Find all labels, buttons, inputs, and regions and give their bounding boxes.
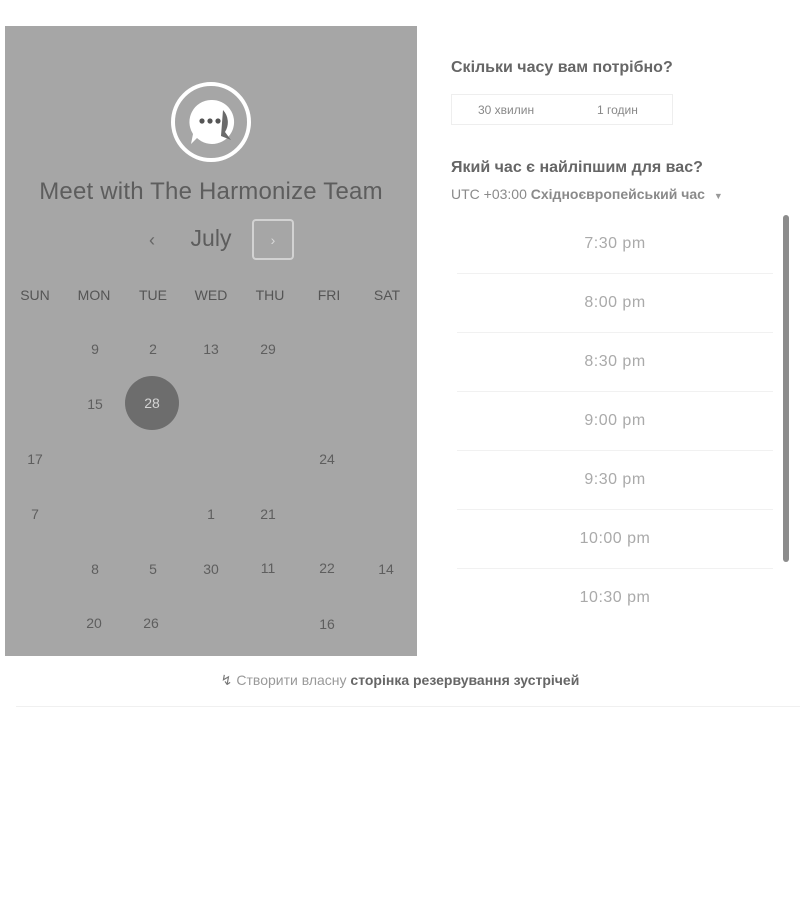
footer-divider <box>16 706 800 707</box>
timezone-name: Східноєвропейський час <box>530 186 705 202</box>
calendar-day[interactable]: 9 <box>75 337 115 361</box>
calendar-day-selected[interactable]: 28 <box>125 376 179 430</box>
meeting-title: Meet with The Harmonize Team <box>39 178 383 205</box>
footer-text: Створити власну <box>236 672 347 688</box>
calendar-day[interactable]: 15 <box>75 392 115 416</box>
weekday-mon: MON <box>77 287 111 303</box>
calendar-day[interactable]: 17 <box>15 447 55 471</box>
duration-question: Скільки часу вам потрібно? <box>451 59 673 76</box>
calendar-day[interactable]: 21 <box>248 502 288 526</box>
time-question: Який час є найліпшим для вас? <box>451 159 703 176</box>
time-slot[interactable]: 8:30 pm <box>457 333 773 392</box>
caret-down-icon: ▼ <box>713 191 723 201</box>
calendar-panel: Meet with The Harmonize Team ‹ July › SU… <box>5 26 417 656</box>
duration-option-30min[interactable]: 30 хвилин <box>478 103 534 117</box>
calendar-day[interactable]: 16 <box>307 612 347 636</box>
chat-bubble-avatar-icon <box>171 82 251 162</box>
calendar-day[interactable]: 13 <box>191 337 231 361</box>
calendar-day[interactable]: 30 <box>191 557 231 581</box>
calendar-day[interactable]: 14 <box>366 557 406 581</box>
calendar-day[interactable]: 20 <box>74 611 114 635</box>
month-label: July <box>190 225 232 251</box>
time-slot[interactable]: 10:30 pm <box>457 569 773 627</box>
weekday-header: SUN MON TUE WED THU FRI SAT <box>5 287 417 307</box>
weekday-thu: THU <box>255 287 285 303</box>
time-slot[interactable]: 10:00 pm <box>457 510 773 569</box>
timezone-offset: UTC +03:00 <box>451 186 527 202</box>
weekday-sat: SAT <box>373 287 401 303</box>
footer: ↯ Створити власну сторінка резервування з… <box>0 672 800 689</box>
hubspot-sprocket-icon: ↯ <box>220 672 233 688</box>
calendar-day[interactable]: 7 <box>15 502 55 526</box>
calendar-day[interactable]: 29 <box>248 337 288 361</box>
weekday-tue: TUE <box>139 287 167 303</box>
next-month-button[interactable]: › <box>252 219 294 260</box>
meetings-page: Meet with The Harmonize Team ‹ July › SU… <box>0 0 800 900</box>
calendar-day[interactable]: 24 <box>307 447 347 471</box>
create-booking-page-link[interactable]: сторінка резервування зустрічей <box>350 672 579 688</box>
calendar-day[interactable]: 5 <box>133 557 173 581</box>
chevron-left-icon: ‹ <box>149 229 155 250</box>
chevron-right-icon: › <box>270 231 276 248</box>
prev-month-button[interactable]: ‹ <box>138 222 166 258</box>
time-slot[interactable]: 8:00 pm <box>457 274 773 333</box>
weekday-wed: WED <box>194 287 228 303</box>
time-slot-scrollbar[interactable] <box>783 215 789 562</box>
calendar-day[interactable]: 26 <box>131 611 171 635</box>
time-slot[interactable]: 9:00 pm <box>457 392 773 451</box>
calendar-day[interactable]: 22 <box>307 556 347 580</box>
duration-option-1hour[interactable]: 1 годин <box>597 103 638 117</box>
time-slot-list: 7:30 pm 8:00 pm 8:30 pm 9:00 pm 9:30 pm … <box>457 215 773 625</box>
duration-selector: 30 хвилин 1 годин <box>451 94 673 125</box>
weekday-sun: SUN <box>20 287 50 303</box>
time-slot[interactable]: 9:30 pm <box>457 451 773 510</box>
month-navigation: ‹ July › <box>5 218 417 262</box>
weekday-fri: FRI <box>317 287 341 303</box>
calendar-day[interactable]: 2 <box>133 337 173 361</box>
time-slot[interactable]: 7:30 pm <box>457 215 773 274</box>
calendar-day[interactable]: 8 <box>75 557 115 581</box>
calendar-day[interactable]: 11 <box>248 556 288 580</box>
timezone-selector[interactable]: UTC +03:00 Східноєвропейський час ▼ <box>451 186 723 202</box>
calendar-day[interactable]: 1 <box>191 502 231 526</box>
